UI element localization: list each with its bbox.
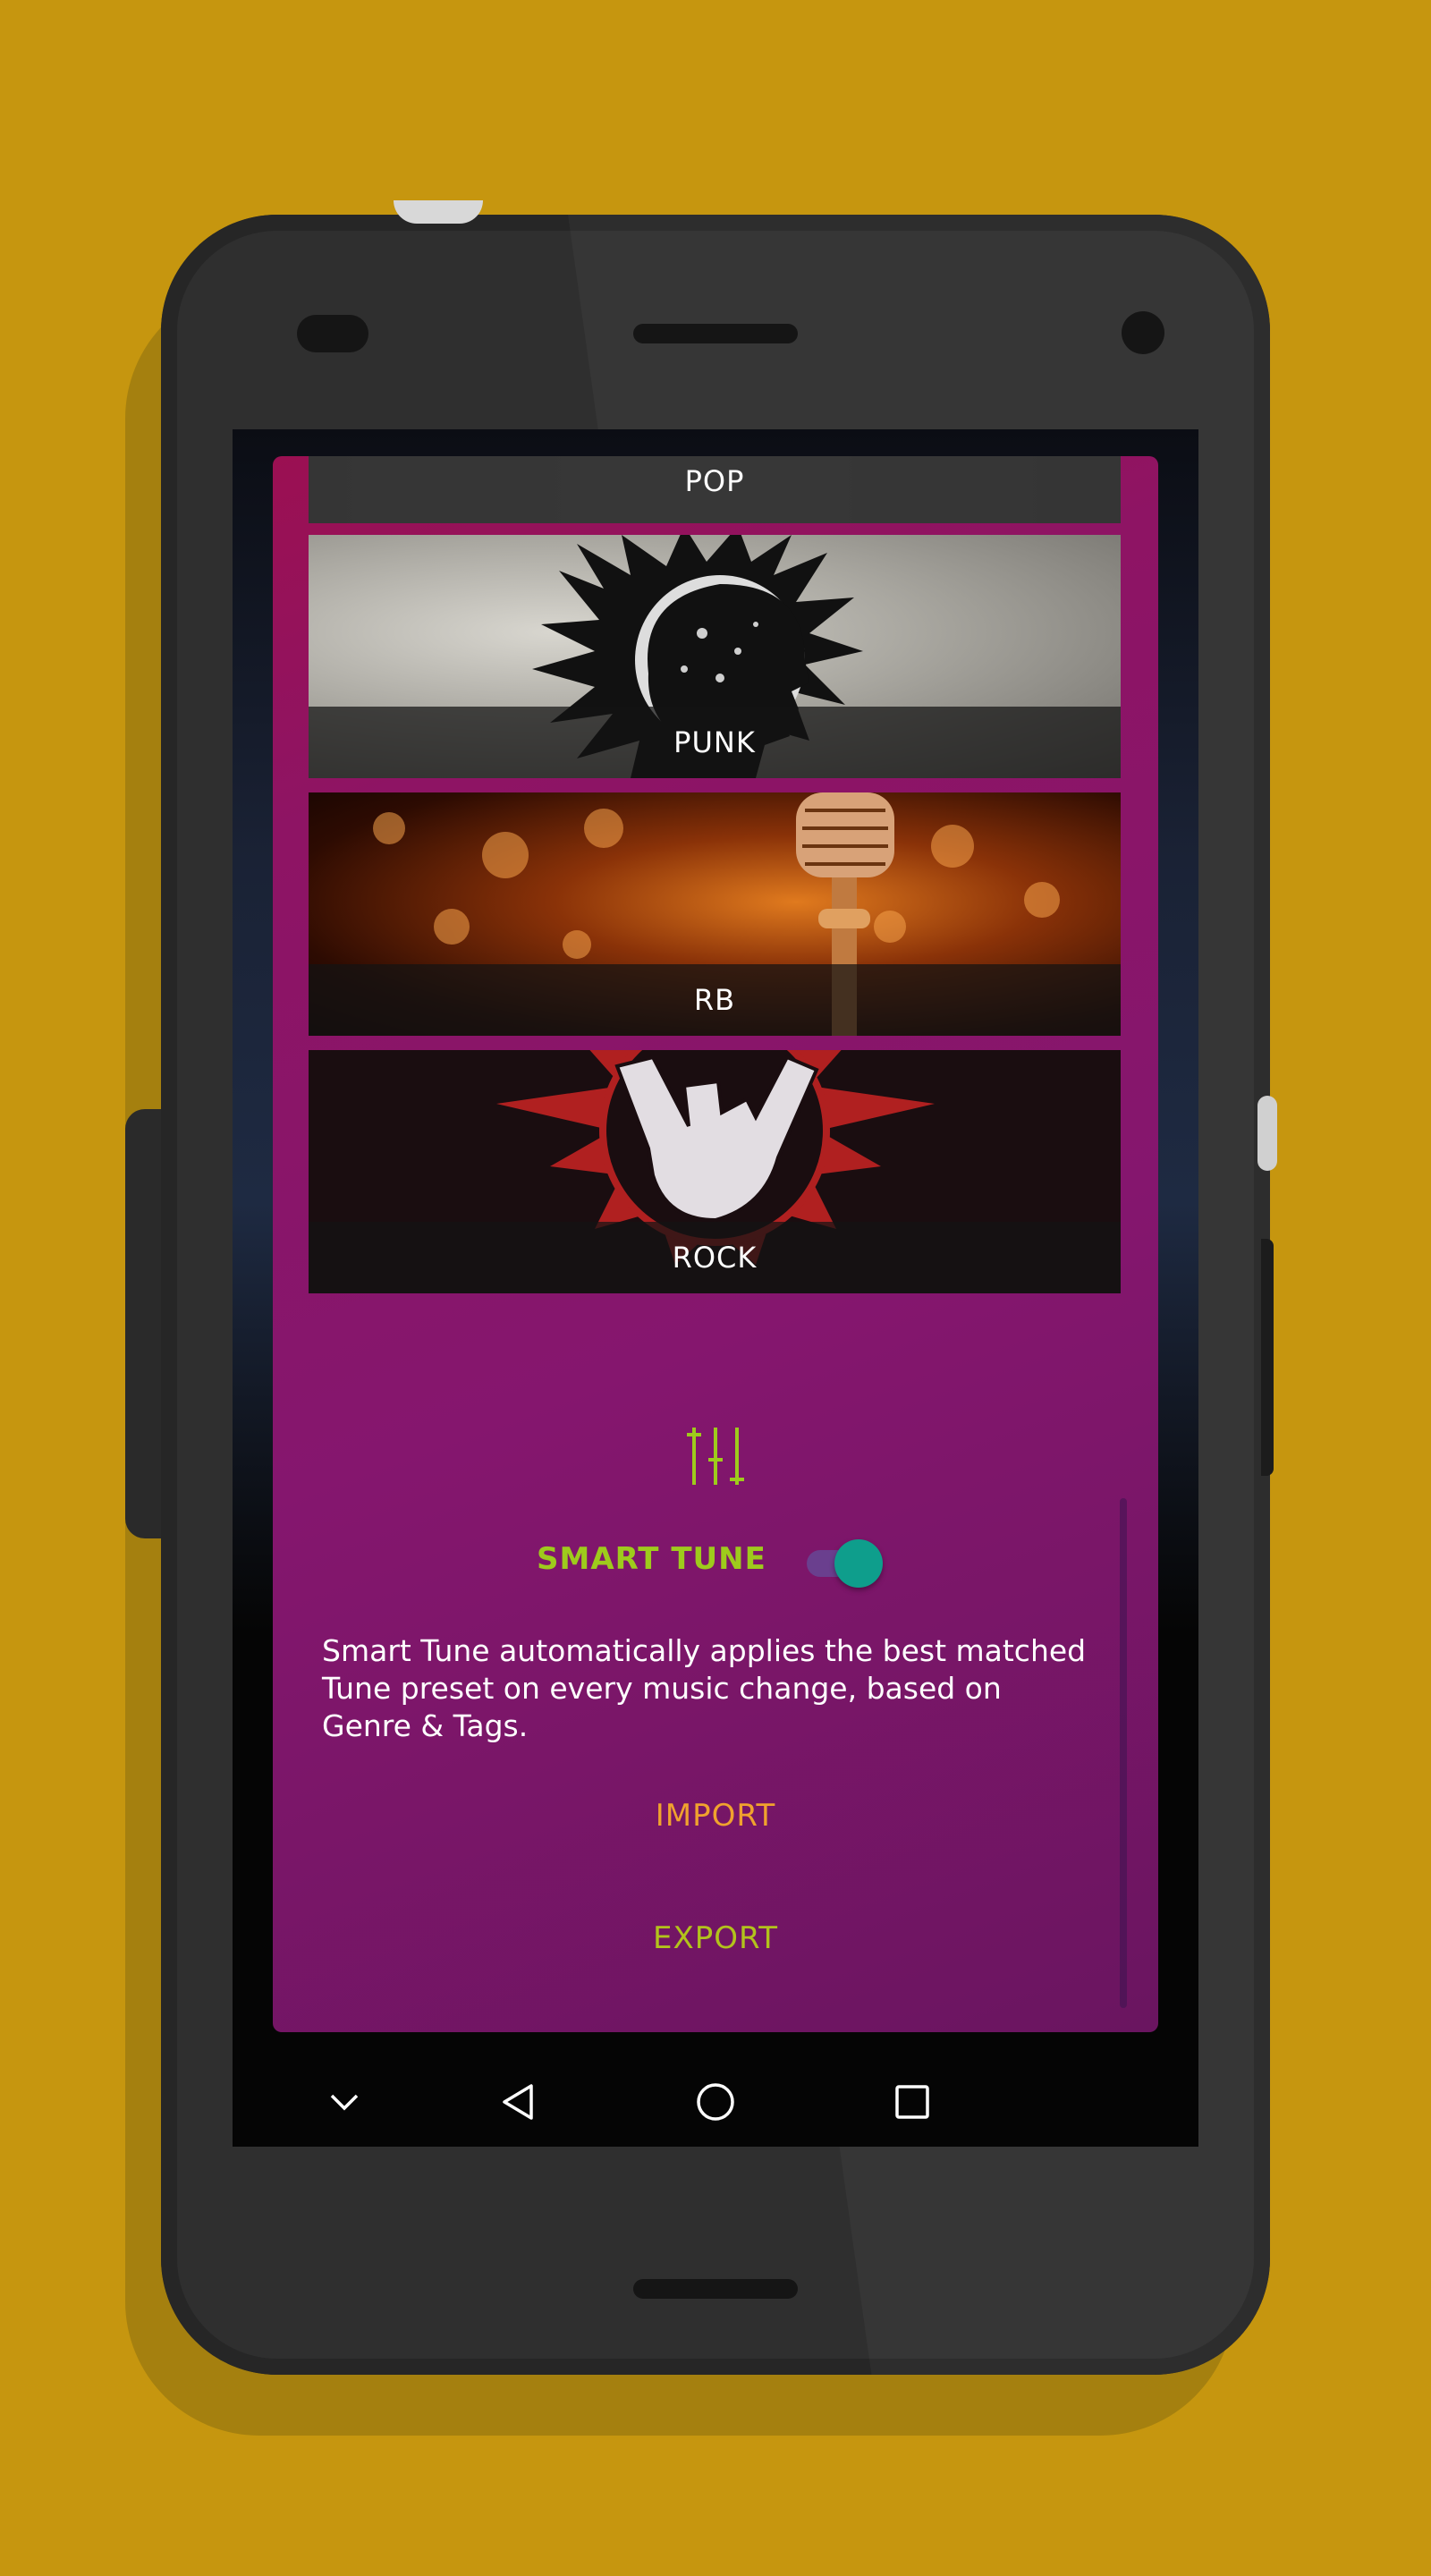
device-screen: POP PUNK RB ROCK SMART TUNE Smart Tune a… [233, 429, 1198, 2147]
genre-tile-punk[interactable]: PUNK [309, 535, 1121, 778]
genre-label: ROCK [309, 1222, 1121, 1293]
genre-tile-rock[interactable]: ROCK [309, 1050, 1121, 1293]
phone-volume-button [1261, 1239, 1274, 1476]
tune-card: POP PUNK RB ROCK SMART TUNE Smart Tune a… [273, 456, 1158, 2032]
genre-tile-rb[interactable]: RB [309, 792, 1121, 1036]
genre-label: RB [309, 964, 1121, 1036]
equalizer-icon [687, 1428, 744, 1485]
smart-tune-label: SMART TUNE [537, 1541, 766, 1577]
smart-tune-row: SMART TUNE [273, 1534, 1158, 1588]
earpiece-speaker [633, 324, 798, 343]
front-camera [1122, 311, 1164, 354]
phone-top-detail [394, 200, 483, 224]
chevron-down-icon [330, 2094, 359, 2111]
export-button[interactable]: EXPORT [273, 1920, 1158, 1956]
proximity-sensor [297, 315, 368, 352]
back-triangle-icon [503, 2084, 533, 2120]
scrollbar[interactable] [1120, 1498, 1127, 2008]
phone-side-button-left [125, 1109, 165, 1538]
phone-power-button [1257, 1096, 1277, 1171]
genre-label: POP [309, 456, 1121, 523]
navigation-bar [233, 2057, 1198, 2147]
genre-tile-pop[interactable]: POP [309, 456, 1121, 523]
genre-label: PUNK [309, 707, 1121, 778]
home-circle-icon [697, 2083, 734, 2121]
smart-tune-description: Smart Tune automatically applies the bes… [322, 1633, 1087, 1743]
import-button[interactable]: IMPORT [273, 1798, 1158, 1834]
nav-recents-button[interactable] [885, 2075, 939, 2129]
bottom-speaker [633, 2279, 798, 2299]
nav-back-button[interactable] [492, 2075, 546, 2129]
nav-hide-keyboard-button[interactable] [318, 2075, 371, 2129]
toggle-knob[interactable] [834, 1539, 883, 1588]
nav-home-button[interactable] [689, 2075, 742, 2129]
recents-square-icon [895, 2085, 929, 2119]
